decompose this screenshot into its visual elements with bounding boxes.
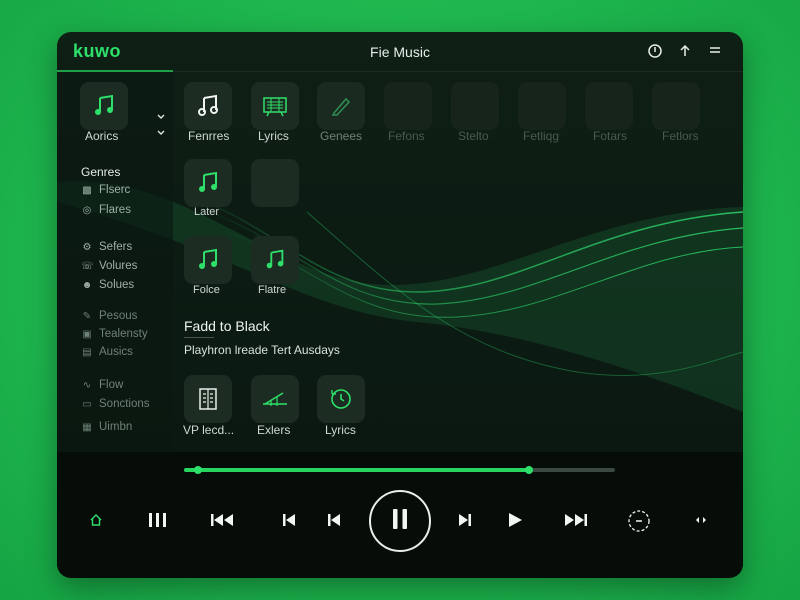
bag-icon: ▤ bbox=[82, 346, 92, 358]
window-title: Fie Music bbox=[370, 44, 430, 60]
placeholder-tile bbox=[251, 159, 299, 207]
playback-mode-icon[interactable] bbox=[626, 508, 652, 534]
sidebar-item[interactable]: ◎ Flares bbox=[81, 204, 131, 216]
skin-icon[interactable] bbox=[646, 43, 664, 61]
grid-tile-label: Lyrics bbox=[325, 423, 356, 437]
grid-tile-label: Fetlors bbox=[662, 129, 699, 143]
placeholder-tile bbox=[384, 82, 432, 130]
equalizer-icon bbox=[251, 375, 299, 423]
phone-icon: ☏ bbox=[81, 260, 94, 272]
wave-icon: ∿ bbox=[82, 379, 92, 391]
music-note-icon bbox=[251, 236, 299, 284]
now-playing-title: Fadd to Black bbox=[184, 318, 270, 334]
play-icon[interactable] bbox=[505, 510, 525, 530]
sidebar-item[interactable]: ⚙ Sefers bbox=[81, 241, 133, 253]
history-icon bbox=[317, 375, 365, 423]
divider bbox=[184, 337, 214, 338]
sidebar-item[interactable]: ☻ Solues bbox=[81, 279, 134, 291]
app-window: kuwo Fie Music Aorics Genres ▩ Flserc ◎ Fl… bbox=[57, 32, 743, 578]
grid-tile-label: Folce bbox=[193, 284, 220, 296]
settings-icon: ⚙ bbox=[82, 241, 92, 253]
sync-icon[interactable] bbox=[676, 43, 694, 61]
pen-icon: ✎ bbox=[82, 310, 92, 322]
tv-icon: ▣ bbox=[82, 328, 92, 340]
music-note-icon bbox=[184, 159, 232, 207]
placeholder-tile bbox=[652, 82, 700, 130]
sidebar-item[interactable]: ▭ Sonctions bbox=[81, 398, 149, 410]
lyrics-board-icon bbox=[251, 82, 299, 130]
sidebar-top-tile-label: Aorics bbox=[85, 129, 119, 143]
document-icon bbox=[184, 375, 232, 423]
grid-icon: ▩ bbox=[82, 184, 92, 196]
progress-bar[interactable] bbox=[184, 466, 615, 474]
note-outline-icon bbox=[184, 82, 232, 130]
now-playing-subtitle: Playhron lreade Tert Ausdays bbox=[184, 343, 340, 357]
sidebar-item[interactable]: ☏ Volures bbox=[81, 260, 137, 272]
grid-tile-label: Fetliqg bbox=[523, 129, 560, 143]
previous-icon[interactable] bbox=[324, 510, 344, 530]
chevron-down-icon[interactable] bbox=[155, 111, 167, 123]
sidebar-item[interactable]: ▩ Flserc bbox=[81, 184, 130, 196]
grid-tile-label: VP lecd... bbox=[183, 423, 235, 437]
more-icon[interactable] bbox=[692, 512, 710, 528]
progress-knob[interactable] bbox=[524, 466, 533, 474]
library-icon[interactable] bbox=[146, 510, 170, 530]
placeholder-tile bbox=[451, 82, 499, 130]
sidebar-item[interactable]: ▣ Tealensty bbox=[81, 328, 147, 340]
grid-tile-label: Fotars bbox=[593, 129, 628, 143]
lock-icon: ▦ bbox=[82, 421, 92, 433]
sidebar-item[interactable]: ▦ Uimbn bbox=[81, 421, 132, 433]
grid-tile-label: Fenrres bbox=[188, 129, 230, 143]
grid-tile-label: Fefons bbox=[388, 129, 425, 143]
pause-button[interactable] bbox=[369, 490, 431, 552]
rewind-icon[interactable] bbox=[210, 510, 236, 530]
user-icon: ☻ bbox=[81, 279, 93, 291]
disc-icon: ◎ bbox=[82, 204, 92, 216]
menu-icon[interactable] bbox=[706, 43, 724, 61]
pause-icon bbox=[391, 508, 409, 535]
placeholder-tile bbox=[518, 82, 566, 130]
placeholder-tile bbox=[585, 82, 633, 130]
skip-back-icon[interactable] bbox=[279, 510, 299, 530]
grid-tile-label: Genees bbox=[320, 129, 363, 143]
progress-fill bbox=[184, 468, 529, 472]
grid-tile-label: Flatre bbox=[258, 284, 287, 296]
sidebar-heading-genres: Genres bbox=[81, 165, 121, 179]
music-note-icon bbox=[184, 236, 232, 284]
sidebar-item[interactable]: ∿ Flow bbox=[81, 379, 123, 391]
fast-forward-icon[interactable] bbox=[561, 510, 589, 530]
home-icon[interactable] bbox=[88, 512, 104, 528]
grid-tile-label: Lyrics bbox=[258, 129, 289, 143]
grid-tile-label: Later bbox=[194, 206, 220, 218]
grid-tile-label: Stelto bbox=[458, 129, 489, 143]
doc-icon: ▭ bbox=[82, 398, 92, 410]
progress-start-dot bbox=[194, 466, 202, 474]
chevron-down-icon[interactable] bbox=[155, 127, 167, 139]
title-bar: kuwo Fie Music bbox=[57, 32, 743, 72]
pencil-icon bbox=[317, 82, 365, 130]
grid-tile-label: Exlers bbox=[257, 423, 291, 437]
sidebar-item[interactable]: ▤ Ausics bbox=[81, 346, 133, 358]
sidebar-item[interactable]: ✎ Pesous bbox=[81, 310, 138, 322]
music-note-icon bbox=[80, 82, 128, 130]
next-icon[interactable] bbox=[455, 510, 475, 530]
